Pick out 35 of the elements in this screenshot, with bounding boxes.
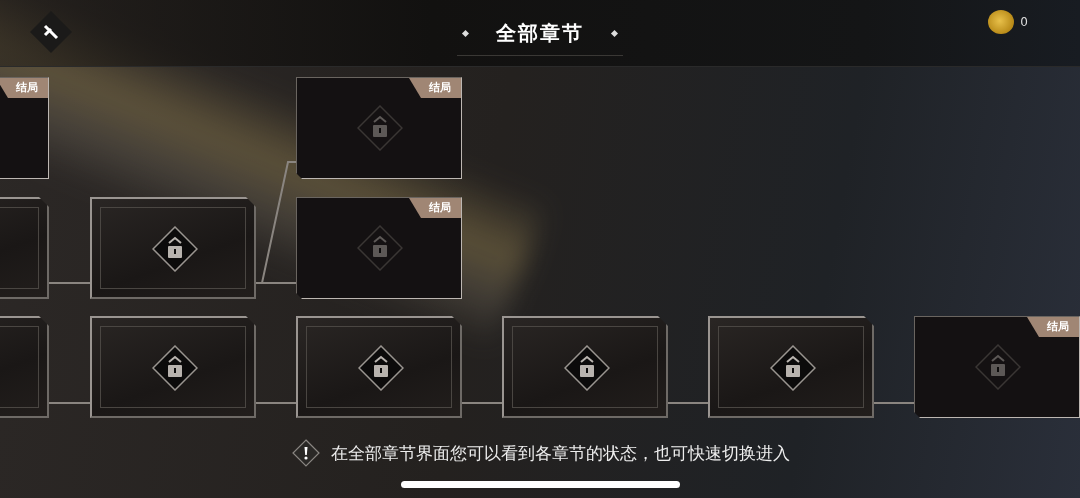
chapter-card[interactable] <box>708 316 874 418</box>
chapter-card[interactable] <box>90 316 256 418</box>
lock-icon <box>770 345 816 391</box>
close-icon <box>42 23 60 41</box>
connector-line <box>666 402 709 404</box>
lock-icon <box>357 225 403 271</box>
chapter-card[interactable]: 结局 <box>914 316 1080 418</box>
chapter-card[interactable]: 结局 <box>0 77 49 179</box>
diamond-ornament <box>461 29 470 38</box>
diamond-ornament <box>610 29 619 38</box>
lock-icon <box>358 345 404 391</box>
lock-icon <box>152 226 198 272</box>
hint-text: 在全部章节界面您可以看到各章节的状态，也可快速切换进入 <box>330 441 790 465</box>
chapter-card[interactable]: 结局 <box>296 197 462 299</box>
page-title: 全部章节 <box>496 20 584 47</box>
info-icon <box>290 438 321 468</box>
chapter-card[interactable] <box>90 197 256 299</box>
lock-icon <box>152 345 198 391</box>
coin-icon <box>988 10 1015 34</box>
connector-line <box>254 402 297 404</box>
lock-icon <box>564 345 610 391</box>
chapter-card[interactable] <box>296 316 462 418</box>
lock-icon <box>357 105 403 151</box>
chapter-card[interactable]: 结局 <box>296 77 462 179</box>
lock-icon <box>975 344 1021 390</box>
chapter-card[interactable] <box>502 316 668 418</box>
ending-badge: 结局 <box>1027 317 1079 337</box>
connector-line <box>47 402 91 404</box>
connector-line <box>461 402 503 404</box>
connector-line <box>47 282 91 284</box>
coin-count: 0 <box>1020 15 1028 29</box>
ending-badge: 结局 <box>0 78 48 98</box>
ending-badge: 结局 <box>409 198 461 218</box>
ending-badge: 结局 <box>409 78 461 98</box>
connector-line <box>872 402 915 404</box>
